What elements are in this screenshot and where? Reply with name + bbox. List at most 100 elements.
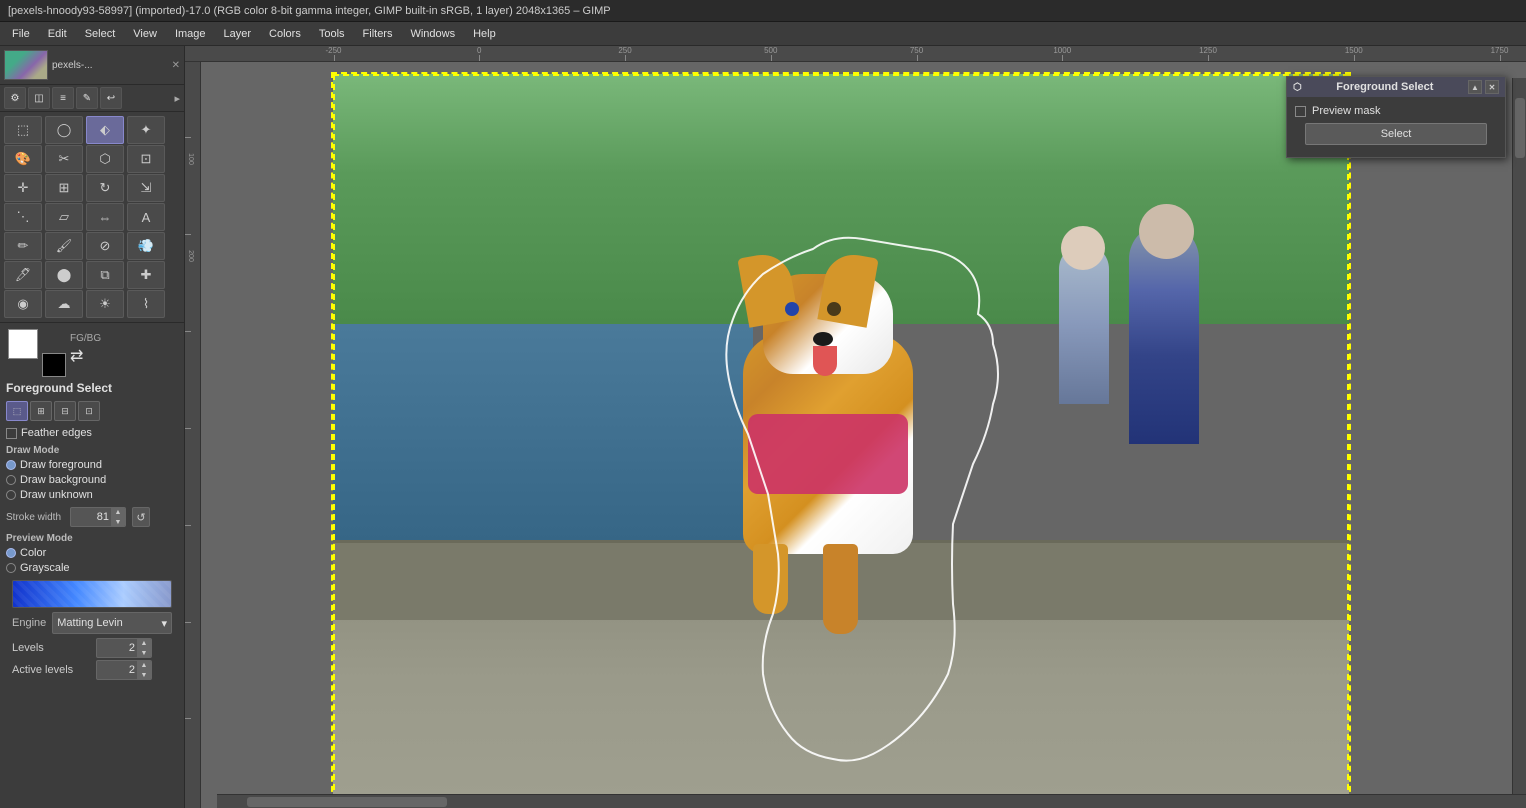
dog-body <box>713 254 943 634</box>
tool-ink[interactable]: 🖊 <box>4 261 42 289</box>
active-levels-up[interactable]: ▲ <box>137 660 151 670</box>
vertical-scrollbar[interactable] <box>1512 78 1526 794</box>
tool-rotate[interactable]: ↻ <box>86 174 124 202</box>
draw-bg-option[interactable]: Draw background <box>6 474 178 486</box>
tool-by-color[interactable]: 🎨 <box>4 145 42 173</box>
menu-file[interactable]: File <box>4 26 38 42</box>
ruler-vertical: 100 200 <box>185 62 201 808</box>
menu-tools[interactable]: Tools <box>311 26 353 42</box>
mode-btn-add[interactable]: ⊞ <box>30 401 52 421</box>
tool-shear[interactable]: ⋱ <box>4 203 42 231</box>
tool-dodge-burn[interactable]: ☀ <box>86 290 124 318</box>
tool-crop[interactable]: ⊡ <box>127 145 165 173</box>
tool-fg-select[interactable]: ⬡ <box>86 145 124 173</box>
ruler-v-100: 100 <box>187 153 194 165</box>
select-button[interactable]: Select <box>1305 123 1487 145</box>
tool-free-select[interactable]: ⬖ <box>86 116 124 144</box>
horizontal-scrollbar[interactable] <box>217 794 1526 808</box>
tool-flip[interactable]: ⇔ <box>86 203 124 231</box>
tab-layers[interactable]: ◫ <box>28 87 50 109</box>
preview-color-label: Color <box>20 547 46 559</box>
mode-btn-subtract[interactable]: ⊟ <box>54 401 76 421</box>
draw-unknown-radio[interactable] <box>6 490 16 500</box>
stroke-width-up[interactable]: ▲ <box>111 507 125 517</box>
active-levels-spinbox[interactable]: 2 ▲ ▼ <box>96 660 152 680</box>
draw-fg-radio[interactable] <box>6 460 16 470</box>
tool-rect-select[interactable]: ⬚ <box>4 116 42 144</box>
stroke-width-input[interactable]: 81 <box>71 511 111 523</box>
feather-edges-checkbox[interactable] <box>6 428 17 439</box>
tool-airbrush[interactable]: 💨 <box>127 232 165 260</box>
tabs-more[interactable]: ▸ <box>174 92 180 105</box>
stroke-width-down[interactable]: ▼ <box>111 517 125 527</box>
tool-pencil[interactable]: ✏ <box>4 232 42 260</box>
tool-paintbrush[interactable]: 🖌 <box>45 232 83 260</box>
draw-unknown-label: Draw unknown <box>20 489 93 501</box>
tab-tool-options[interactable]: ⚙ <box>4 87 26 109</box>
swap-colors[interactable]: ⇄ <box>70 346 101 366</box>
active-levels-down[interactable]: ▼ <box>137 670 151 680</box>
image-thumbnail[interactable] <box>4 50 48 80</box>
draw-fg-option[interactable]: Draw foreground <box>6 459 178 471</box>
menu-filters[interactable]: Filters <box>355 26 401 42</box>
menu-edit[interactable]: Edit <box>40 26 75 42</box>
mode-buttons: ⬚ ⊞ ⊟ ⊡ <box>6 401 178 421</box>
engine-dropdown[interactable]: Matting Levin ▾ <box>52 612 172 634</box>
tool-fuzzy-select[interactable]: ✦ <box>127 116 165 144</box>
tab-undo[interactable]: ↩ <box>100 87 122 109</box>
mode-btn-replace[interactable]: ⬚ <box>6 401 28 421</box>
tool-eraser[interactable]: ⊘ <box>86 232 124 260</box>
image-tab-title[interactable]: pexels-... <box>52 60 93 71</box>
menu-view[interactable]: View <box>125 26 165 42</box>
tool-text[interactable]: A <box>127 203 165 231</box>
menu-help[interactable]: Help <box>465 26 504 42</box>
dialog-close[interactable]: ✕ <box>1485 80 1499 94</box>
image-canvas[interactable] <box>201 62 1526 808</box>
levels-down[interactable]: ▼ <box>137 648 151 658</box>
tab-paths[interactable]: ✎ <box>76 87 98 109</box>
canvas-area[interactable]: -250 0 250 500 750 1000 1250 1500 1750 <box>185 46 1526 808</box>
menu-windows[interactable]: Windows <box>402 26 463 42</box>
tool-blur-sharpen[interactable]: ◉ <box>4 290 42 318</box>
engine-row: Engine Matting Levin ▾ <box>12 612 172 634</box>
stroke-width-refresh[interactable]: ↺ <box>132 507 150 527</box>
preview-color-radio[interactable] <box>6 548 16 558</box>
levels-spinbox[interactable]: 2 ▲ ▼ <box>96 638 152 658</box>
menu-layer[interactable]: Layer <box>216 26 260 42</box>
preview-grayscale-option[interactable]: Grayscale <box>6 562 178 574</box>
foreground-color[interactable] <box>8 329 38 359</box>
tool-scale[interactable]: ⇲ <box>127 174 165 202</box>
tool-scissors[interactable]: ✂ <box>45 145 83 173</box>
tool-align[interactable]: ⊞ <box>45 174 83 202</box>
image-tab-close[interactable]: ✕ <box>172 60 180 71</box>
draw-unknown-option[interactable]: Draw unknown <box>6 489 178 501</box>
tab-channels[interactable]: ≡ <box>52 87 74 109</box>
draw-mode-section: Draw Mode <box>6 445 178 456</box>
tool-heal[interactable]: ✚ <box>127 261 165 289</box>
tool-clone[interactable]: ⧉ <box>86 261 124 289</box>
active-levels-input[interactable]: 2 <box>97 664 137 676</box>
menu-image[interactable]: Image <box>167 26 214 42</box>
dialog-minimize[interactable]: ▲ <box>1468 80 1482 94</box>
tool-paths[interactable]: ⌇ <box>127 290 165 318</box>
stroke-width-spinbox[interactable]: 81 ▲ ▼ <box>70 507 126 527</box>
background-color[interactable] <box>42 353 66 377</box>
levels-up[interactable]: ▲ <box>137 638 151 648</box>
menu-colors[interactable]: Colors <box>261 26 309 42</box>
tool-ellipse-select[interactable]: ◯ <box>45 116 83 144</box>
tool-mypaint[interactable]: ⬤ <box>45 261 83 289</box>
mode-btn-intersect[interactable]: ⊡ <box>78 401 100 421</box>
tool-move[interactable]: ✛ <box>4 174 42 202</box>
preview-color-option[interactable]: Color <box>6 547 178 559</box>
ruler-label-1500: 1500 <box>1345 46 1363 55</box>
preview-mask-checkbox[interactable] <box>1295 106 1306 117</box>
levels-input[interactable]: 2 <box>97 642 137 654</box>
levels-arrows: ▲ ▼ <box>137 638 151 658</box>
tool-perspective[interactable]: ▱ <box>45 203 83 231</box>
color-swatches[interactable] <box>8 329 58 369</box>
menu-select[interactable]: Select <box>77 26 124 42</box>
preview-grayscale-radio[interactable] <box>6 563 16 573</box>
draw-bg-radio[interactable] <box>6 475 16 485</box>
ruler-label-1250: 1250 <box>1199 46 1217 55</box>
tool-smudge[interactable]: ☁ <box>45 290 83 318</box>
